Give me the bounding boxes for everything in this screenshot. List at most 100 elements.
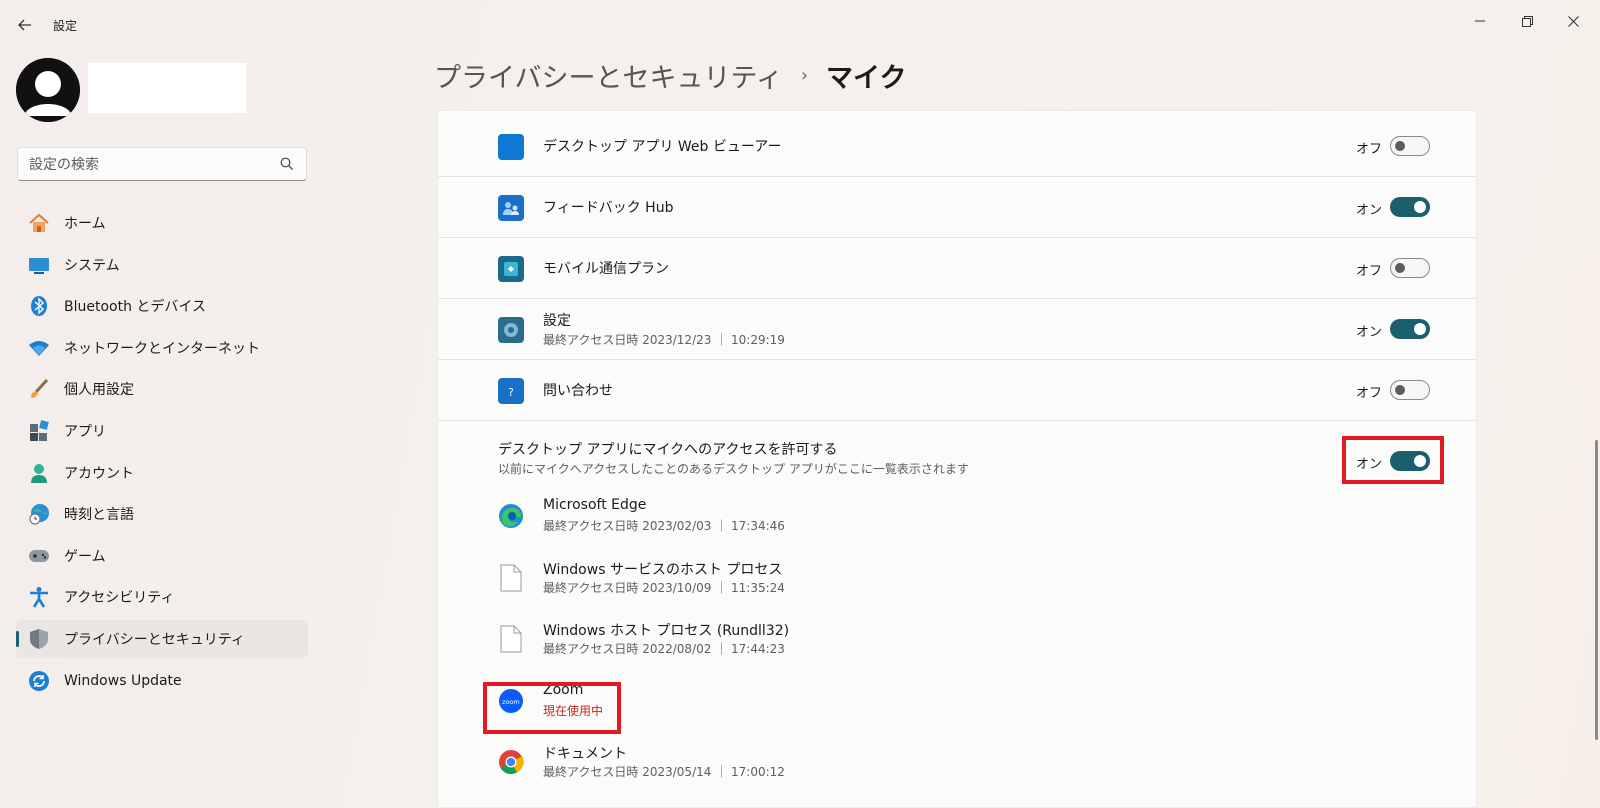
app-name: Microsoft Edge [543, 497, 647, 513]
sidebar-item-gaming[interactable]: ゲーム [16, 537, 308, 575]
app-row-settings: 設定 最終アクセス日時 2023/12/23 ｜ 10:29:19 オン [438, 299, 1476, 360]
update-icon [28, 670, 50, 692]
settings-search-input[interactable]: 設定の検索 [17, 147, 307, 181]
settings-mic-toggle[interactable] [1390, 319, 1430, 339]
breadcrumb: プライバシーとセキュリティ › マイク [434, 56, 907, 95]
home-icon [28, 212, 50, 234]
app-title: 設定 [53, 19, 78, 33]
app-name: Windows サービスのホスト プロセス [543, 562, 783, 578]
app-name: モバイル通信プラン [543, 261, 669, 277]
close-button[interactable] [1550, 6, 1596, 36]
settings-app-icon [498, 317, 524, 343]
desktop-apps-access-section: デスクトップ アプリにマイクへのアクセスを許可する 以前にマイクへアクセスしたこ… [438, 426, 1476, 486]
sidebar-item-label: アクセシビリティ [64, 590, 175, 607]
globe-clock-icon [28, 503, 50, 525]
last-access-text: 最終アクセス日時 2023/05/14 ｜ 17:00:12 [543, 765, 785, 779]
desktop-app-row-document: ドキュメント 最終アクセス日時 2023/05/14 ｜ 17:00:12 [438, 733, 1476, 793]
desktop-app-row-service-host: Windows サービスのホスト プロセス 最終アクセス日時 2023/10/0… [438, 549, 1476, 609]
app-name: フィードバック Hub [543, 200, 674, 216]
wifi-icon [28, 337, 50, 359]
sidebar-item-label: プライバシーとセキュリティ [64, 631, 245, 648]
highlight-box [1342, 436, 1444, 484]
sidebar-item-label: アカウント [64, 465, 134, 482]
sidebar-item-label: 時刻と言語 [64, 507, 134, 524]
brush-icon [28, 378, 50, 400]
sidebar-item-label: ネットワークとインターネット [64, 340, 260, 357]
sidebar-item-privacy-security[interactable]: プライバシーとセキュリティ [16, 619, 308, 658]
sidebar-item-label: 個人用設定 [64, 382, 134, 399]
last-access-text: 最終アクセス日時 2023/02/03 ｜ 17:34:46 [543, 519, 785, 533]
search-placeholder: 設定の検索 [29, 157, 99, 173]
shield-icon [28, 628, 50, 650]
last-access-text: 最終アクセス日時 2023/12/23 ｜ 10:29:19 [543, 333, 785, 347]
avatar[interactable] [16, 58, 80, 122]
toggle-state-label: オフ [1356, 386, 1383, 401]
sidebar-item-apps[interactable]: アプリ [16, 412, 308, 450]
get-help-icon: ? [498, 378, 524, 404]
page-title: マイク [826, 63, 907, 94]
sidebar-item-accessibility[interactable]: アクセシビリティ [16, 578, 308, 616]
toggle-state-label: オン [1356, 203, 1383, 218]
sidebar-item-system[interactable]: システム [16, 246, 308, 284]
last-access-text: 最終アクセス日時 2022/08/02 ｜ 17:44:23 [543, 642, 785, 656]
app-name: デスクトップ アプリ Web ビューアー [543, 139, 782, 155]
edge-icon [498, 502, 524, 530]
webviewer-mic-toggle[interactable] [1390, 136, 1430, 156]
sidebar-item-accounts[interactable]: アカウント [16, 454, 308, 492]
sidebar-nav: ホーム システム Bluetooth とデバイス ネットワークとインターネット … [16, 204, 308, 703]
sidebar-item-label: ゲーム [64, 548, 106, 565]
scrollbar-thumb[interactable] [1595, 440, 1598, 740]
chrome-icon [498, 748, 524, 776]
apps-icon [28, 420, 50, 442]
section-title: デスクトップ アプリにマイクへのアクセスを許可する [498, 442, 838, 458]
sidebar-item-label: アプリ [64, 423, 106, 440]
breadcrumb-parent[interactable]: プライバシーとセキュリティ [434, 56, 783, 95]
app-row-get-help: ? 問い合わせ オフ [438, 360, 1476, 421]
accessibility-icon [28, 586, 50, 609]
sidebar-item-windows-update[interactable]: Windows Update [16, 662, 308, 700]
sidebar-item-bluetooth[interactable]: Bluetooth とデバイス [16, 287, 308, 325]
microphone-app-list-panel: デスクトップ アプリ Web ビューアー オフ フィードバック Hub オン モ… [437, 110, 1477, 808]
sidebar-item-network[interactable]: ネットワークとインターネット [16, 329, 308, 367]
title-bar: 設定 [0, 0, 1600, 48]
section-description: 以前にマイクへアクセスしたことのあるデスクトップ アプリがここに一覧表示されます [498, 462, 969, 476]
back-arrow-icon[interactable] [14, 14, 36, 36]
gamepad-icon [28, 545, 50, 567]
toggle-state-label: オフ [1356, 142, 1383, 157]
app-name: 問い合わせ [543, 383, 613, 399]
sidebar-item-label: Bluetooth とデバイス [64, 299, 206, 316]
sidebar-item-label: Windows Update [64, 672, 182, 689]
desktop-app-row-edge: Microsoft Edge 最終アクセス日時 2023/02/03 ｜ 17:… [438, 487, 1476, 547]
feedback-hub-mic-toggle[interactable] [1390, 197, 1430, 217]
feedback-hub-icon [498, 195, 524, 221]
app-row-webviewer: デスクトップ アプリ Web ビューアー オフ [438, 116, 1476, 177]
last-access-text: 最終アクセス日時 2023/10/09 ｜ 11:35:24 [543, 581, 785, 595]
toggle-state-label: オフ [1356, 264, 1383, 279]
app-row-feedback-hub: フィードバック Hub オン [438, 177, 1476, 238]
bluetooth-icon [28, 295, 50, 317]
svg-text:?: ? [508, 386, 514, 399]
sidebar-item-time-language[interactable]: 時刻と言語 [16, 495, 308, 533]
sidebar-item-home[interactable]: ホーム [16, 204, 308, 242]
app-name: 設定 [543, 313, 571, 329]
highlight-box [483, 682, 621, 734]
file-icon [498, 564, 524, 592]
person-icon [28, 462, 50, 484]
app-name: Windows ホスト プロセス (Rundll32) [543, 623, 790, 639]
monitor-icon [28, 254, 50, 276]
search-icon [280, 157, 294, 175]
sidebar-item-label: システム [64, 257, 120, 274]
mobile-plans-mic-toggle[interactable] [1390, 258, 1430, 278]
app-name: ドキュメント [543, 746, 627, 762]
desktop-app-row-rundll32: Windows ホスト プロセス (Rundll32) 最終アクセス日時 202… [438, 610, 1476, 670]
sidebar-item-personalization[interactable]: 個人用設定 [16, 370, 308, 408]
file-icon [498, 625, 524, 653]
breadcrumb-separator: › [800, 65, 809, 86]
restore-button[interactable] [1504, 6, 1550, 36]
account-name-redacted [88, 63, 246, 113]
minimize-button[interactable] [1457, 6, 1503, 36]
get-help-mic-toggle[interactable] [1390, 380, 1430, 400]
app-row-mobile-plans: モバイル通信プラン オフ [438, 238, 1476, 299]
sidebar-item-label: ホーム [64, 216, 106, 232]
mobile-plans-icon [498, 256, 524, 282]
